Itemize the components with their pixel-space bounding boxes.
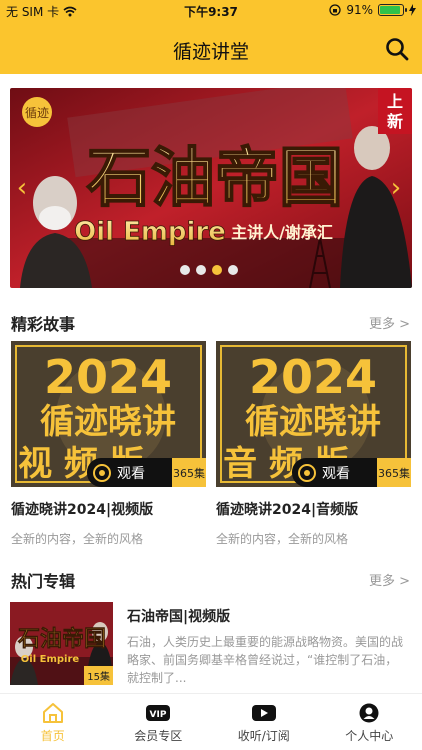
episode-count-badge: 365集: [172, 458, 206, 487]
orientation-lock-icon: [329, 4, 341, 16]
story-card-subtitle: 全新的内容，全新的风格: [216, 532, 349, 546]
banner-prev-arrow[interactable]: ‹: [10, 88, 34, 288]
vip-icon: VIP: [146, 705, 171, 721]
album-description: 石油，人类历史上最重要的能源战略物资。美国的战略家、前国务卿基辛格曾经说过，“谁…: [127, 635, 404, 685]
carousel-dot[interactable]: [180, 265, 190, 275]
stories-more-link[interactable]: 更多 >: [369, 313, 410, 332]
svg-text:VIP: VIP: [150, 710, 167, 720]
tab-label: 会员专区: [134, 729, 183, 743]
tab-label: 收听/订阅: [237, 729, 290, 743]
home-icon: [42, 703, 63, 723]
tab-bar: 首页 VIP 会员专区 收听/订阅 个人中心: [0, 693, 422, 750]
banner-title-en: Oil Empire: [74, 217, 226, 247]
tab-vip[interactable]: VIP 会员专区: [106, 694, 212, 750]
tab-label: 个人中心: [345, 729, 394, 743]
tab-home[interactable]: 首页: [0, 694, 106, 750]
carousel-indicator: [180, 265, 238, 275]
watch-button[interactable]: 观看: [292, 458, 379, 487]
play-circle-icon: [93, 463, 111, 482]
search-icon[interactable]: [384, 36, 410, 62]
album-cover[interactable]: 石油帝国 Oil Empire 15集: [10, 602, 113, 685]
banner-next-arrow[interactable]: ›: [384, 88, 408, 288]
watch-label: 观看: [322, 465, 350, 482]
card-cover-line1: 循迹晓讲: [245, 402, 381, 442]
status-bar: 无 SIM 卡 下午9:37 91%: [0, 0, 422, 22]
tab-label: 首页: [40, 729, 65, 743]
play-circle-icon: [298, 463, 316, 482]
story-card-title[interactable]: 循迹晓讲2024|视频版: [11, 499, 153, 519]
tab-profile[interactable]: 个人中心: [317, 694, 422, 750]
album-title[interactable]: 石油帝国|视频版: [127, 606, 230, 626]
story-card-title[interactable]: 循迹晓讲2024|音频版: [216, 499, 358, 519]
album-cover-title-en: Oil Empire: [21, 654, 80, 665]
section-title-stories: 精彩故事: [11, 315, 76, 334]
battery-percent: 91%: [346, 3, 373, 17]
watch-button[interactable]: 观看: [87, 458, 174, 487]
story-card-cover[interactable]: 2024 循迹晓讲 音 频 版 观看 365集: [216, 341, 411, 487]
carousel-dot[interactable]: [228, 265, 238, 275]
carousel-dot[interactable]: [212, 265, 222, 275]
card-cover-year: 2024: [249, 350, 377, 404]
card-cover-line1: 循迹晓讲: [40, 402, 176, 442]
album-cover-title-cn: 石油帝国: [17, 626, 106, 652]
top-bar: 无 SIM 卡 下午9:37 91% 循迹讲堂: [0, 0, 422, 74]
album-episode-count: 15集: [84, 666, 113, 685]
episode-count-badge: 365集: [377, 458, 411, 487]
watch-label: 观看: [117, 465, 145, 482]
section-title-albums: 热门专辑: [11, 572, 76, 591]
battery-icon: [378, 4, 407, 16]
tab-listen[interactable]: 收听/订阅: [211, 694, 317, 750]
banner-carousel[interactable]: 循迹 上 新 石油帝国 Oil Empire 主讲人/谢承汇: [10, 88, 412, 288]
banner-title-cn: 石油帝国: [87, 142, 343, 216]
card-cover-year: 2024: [44, 350, 172, 404]
page-title: 循迹讲堂: [172, 41, 249, 63]
albums-more-link[interactable]: 更多 >: [369, 570, 410, 589]
play-icon: [251, 705, 276, 721]
carousel-dot[interactable]: [196, 265, 206, 275]
charging-icon: [409, 4, 416, 16]
banner-presenter: 主讲人/谢承汇: [231, 223, 333, 242]
story-card-subtitle: 全新的内容，全新的风格: [11, 532, 144, 546]
story-card-cover[interactable]: 2024 循迹晓讲 视 频 版 观看 365集: [11, 341, 206, 487]
user-icon: [359, 703, 379, 723]
